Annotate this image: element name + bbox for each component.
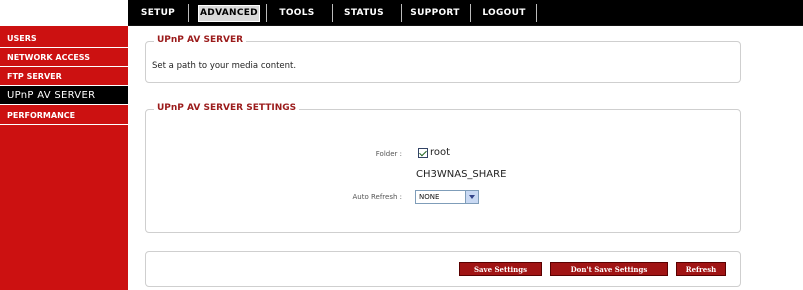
sidebar-item-users[interactable]: USERS xyxy=(0,29,128,48)
refresh-button[interactable]: Refresh xyxy=(676,262,726,276)
sidebar-item-ftp-server[interactable]: FTP SERVER xyxy=(0,67,128,86)
nav-divider xyxy=(188,4,189,22)
nav-divider xyxy=(401,4,402,22)
tab-logout[interactable]: LOGOUT xyxy=(475,6,533,21)
nav-divider xyxy=(266,4,267,22)
sidebar: USERS NETWORK ACCESS FTP SERVER UPnP AV … xyxy=(0,26,128,290)
nav-bar: SETUP ADVANCED TOOLS STATUS SUPPORT LOGO… xyxy=(128,0,803,26)
upnp-settings-title: UPnP AV SERVER SETTINGS xyxy=(154,103,300,113)
logo-area xyxy=(0,0,128,26)
tab-tools[interactable]: TOOLS xyxy=(271,6,323,21)
upnp-server-description: Set a path to your media content. xyxy=(152,61,297,71)
sidebar-item-upnp-av-server[interactable]: UPnP AV SERVER xyxy=(0,86,128,105)
tab-setup[interactable]: SETUP xyxy=(133,6,183,21)
folder-label: Folder : xyxy=(375,150,402,158)
app-page: SETUP ADVANCED TOOLS STATUS SUPPORT LOGO… xyxy=(0,0,803,290)
tab-support[interactable]: SUPPORT xyxy=(406,6,464,21)
folder-root-label: root xyxy=(430,147,451,158)
dont-save-settings-button[interactable]: Don't Save Settings xyxy=(550,262,668,276)
sidebar-item-network-access[interactable]: NETWORK ACCESS xyxy=(0,48,128,67)
auto-refresh-select[interactable]: NONE xyxy=(415,190,479,204)
auto-refresh-value: NONE xyxy=(419,193,440,201)
nav-divider xyxy=(470,4,471,22)
nav-divider xyxy=(332,4,333,22)
tab-advanced[interactable]: ADVANCED xyxy=(198,5,260,22)
auto-refresh-label: Auto Refresh : xyxy=(352,193,403,201)
save-settings-button[interactable]: Save Settings xyxy=(459,262,542,276)
tab-status[interactable]: STATUS xyxy=(336,6,392,21)
folder-root-checkbox[interactable] xyxy=(418,148,428,158)
sidebar-item-performance[interactable]: PERFORMANCE xyxy=(0,106,128,125)
share-name: CH3WNAS_SHARE xyxy=(416,169,507,180)
nav-divider xyxy=(536,4,537,22)
upnp-server-title: UPnP AV SERVER xyxy=(154,35,247,45)
chevron-down-icon[interactable] xyxy=(465,191,478,203)
top-navigation: SETUP ADVANCED TOOLS STATUS SUPPORT LOGO… xyxy=(0,0,803,26)
